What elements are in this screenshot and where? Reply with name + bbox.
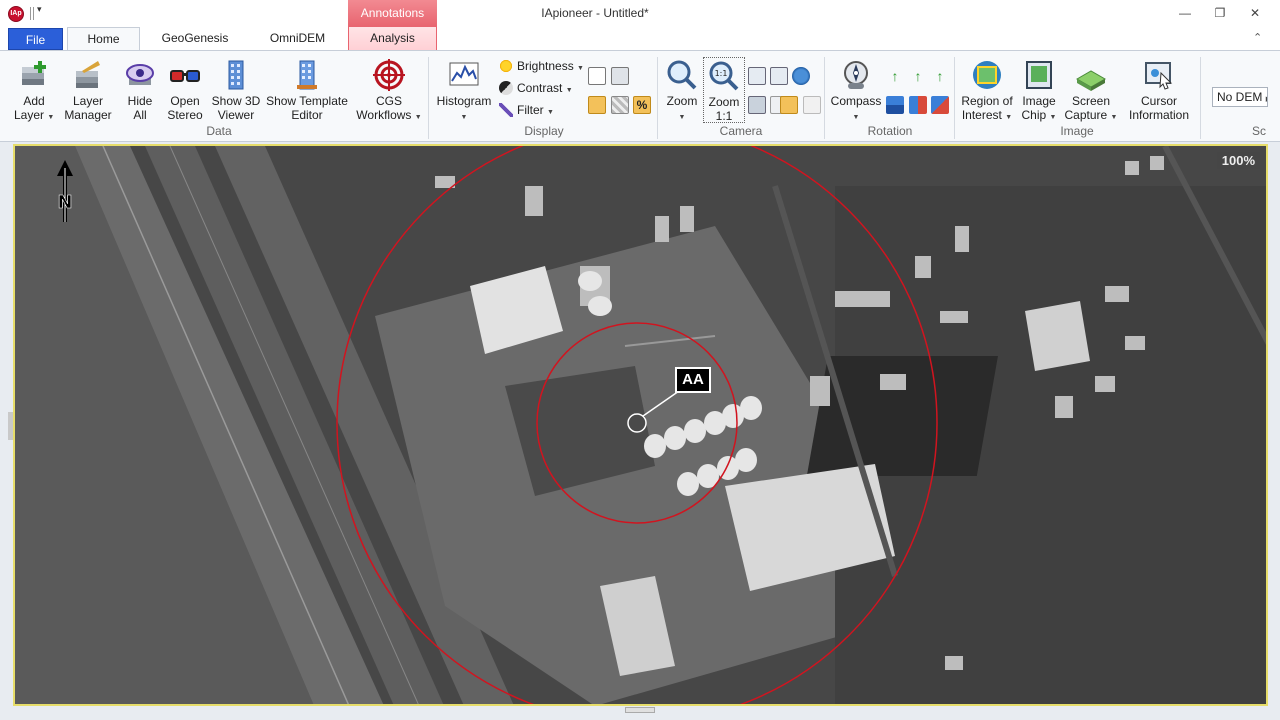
group-label-scale: Sc: [1251, 124, 1266, 138]
svg-text:N: N: [57, 192, 72, 213]
building-3d-icon: [220, 59, 252, 91]
image-chip-button[interactable]: Image Chip ▼: [1018, 59, 1060, 125]
eye-icon: [124, 59, 156, 91]
filter-wand-icon: [499, 103, 513, 117]
image-chip-icon: [1023, 59, 1055, 91]
show-template-editor-button[interactable]: Show Template Editor: [264, 59, 350, 122]
contrast-button[interactable]: Contrast ▼: [499, 79, 573, 97]
chevron-down-icon: ▼: [678, 114, 686, 121]
screen-capture-button[interactable]: Screen Capture ▼: [1064, 59, 1118, 125]
cursor-information-icon: [1143, 59, 1175, 91]
sun-icon: [499, 59, 513, 73]
histogram-button[interactable]: Histogram ▼: [434, 59, 494, 125]
chevron-down-icon: ▼: [47, 114, 55, 121]
rotate-image-up-icon[interactable]: ↑: [886, 67, 904, 85]
group-separator: [1200, 57, 1201, 139]
chevron-right-icon: ▶: [1266, 96, 1267, 103]
layer-manager-button[interactable]: Layer Manager: [62, 59, 114, 122]
north-up-icon[interactable]: ↑: [909, 67, 927, 85]
add-layer-icon: [18, 59, 50, 91]
tab-analysis[interactable]: Analysis: [348, 27, 437, 50]
template-building-icon: [291, 59, 323, 91]
pointer-icon[interactable]: [803, 96, 821, 114]
group-label-data: Data: [206, 124, 232, 138]
stereo-glasses-icon: [169, 59, 201, 91]
chevron-down-icon: ▼: [547, 109, 554, 116]
dem-select[interactable]: No DEM ▶: [1212, 87, 1268, 107]
link-icon[interactable]: [611, 67, 629, 85]
open-stereo-button[interactable]: Open Stereo: [164, 59, 206, 122]
annotations-context-header: Annotations: [348, 0, 437, 27]
title-bar: IAp ▾ IApioneer - Untitled* — ❐ ✕: [0, 0, 1280, 27]
minimize-button[interactable]: —: [1170, 3, 1200, 23]
tab-omnidem[interactable]: OmniDEM: [255, 27, 340, 50]
histogram-icon: [448, 59, 480, 91]
zoom-button[interactable]: Zoom ▼: [662, 59, 702, 125]
group-label-display: Display: [524, 124, 564, 138]
region-of-interest-icon: [971, 59, 1003, 91]
group-separator: [824, 57, 825, 139]
region-of-interest-button[interactable]: Region of Interest ▼: [958, 59, 1016, 125]
globe-icon[interactable]: [792, 67, 810, 85]
screen-capture-icon: [1075, 59, 1107, 91]
chevron-down-icon: ▼: [1110, 114, 1118, 121]
flip-horizontal-icon[interactable]: [909, 96, 927, 114]
contrast-icon: [499, 81, 513, 95]
camera-view-icon[interactable]: [748, 96, 766, 114]
close-button[interactable]: ✕: [1240, 3, 1270, 23]
cursor-information-button[interactable]: Cursor Information: [1124, 59, 1194, 122]
percent-icon[interactable]: %: [633, 96, 651, 114]
zoom-1-1-button[interactable]: 1:1 Zoom 1:1: [703, 57, 745, 123]
annotation-label[interactable]: AA: [675, 367, 711, 393]
group-separator: [954, 57, 955, 139]
chevron-down-icon: ▼: [460, 114, 468, 121]
chevron-down-icon: ▼: [1049, 114, 1057, 121]
group-label-camera: Camera: [719, 124, 763, 138]
maximize-button[interactable]: ❐: [1205, 3, 1235, 23]
compass-button[interactable]: Compass ▼: [830, 59, 882, 125]
zoom-level-badge: 100%: [1216, 152, 1260, 169]
chevron-down-icon: ▼: [852, 114, 860, 121]
curve-icon[interactable]: [588, 67, 606, 85]
sharpen-icon[interactable]: [588, 96, 606, 114]
target-icon: [373, 59, 405, 91]
pattern-icon[interactable]: [611, 96, 629, 114]
group-label-image: Image: [1060, 124, 1094, 138]
group-label-rotation: Rotation: [867, 124, 913, 138]
hide-all-button[interactable]: Hide All: [120, 59, 160, 122]
satellite-image: N: [15, 146, 1266, 704]
tab-home[interactable]: Home: [67, 27, 140, 51]
brightness-button[interactable]: Brightness ▼: [499, 57, 584, 75]
rotate-icon[interactable]: [931, 96, 949, 114]
z-up-icon[interactable]: ↑: [931, 67, 949, 85]
group-separator: [657, 57, 658, 139]
compass-icon: [840, 59, 872, 91]
ribbon: Add Layer ▼ Layer Manager Hide All Open …: [0, 50, 1280, 142]
chevron-down-icon: ▼: [1005, 114, 1013, 121]
group-separator: [428, 57, 429, 139]
window-title: IApioneer - Untitled*: [541, 6, 649, 20]
tab-file[interactable]: File: [8, 28, 63, 50]
magnifier-icon: [666, 59, 698, 91]
chevron-down-icon: ▼: [565, 87, 573, 94]
collapse-ribbon-icon[interactable]: ⌃: [1253, 31, 1262, 44]
layer-manager-icon: [72, 59, 104, 91]
sync-icon[interactable]: [780, 96, 798, 114]
cgs-workflows-button[interactable]: CGS Workflows ▼: [354, 59, 424, 125]
left-panel-grip[interactable]: [8, 412, 13, 440]
zoom-select-icon[interactable]: [770, 67, 788, 85]
svg-text:1:1: 1:1: [715, 69, 728, 78]
flip-vertical-icon[interactable]: [886, 96, 904, 114]
chevron-down-icon: ▼: [577, 65, 584, 72]
image-viewer[interactable]: N 100% AA: [13, 144, 1268, 706]
filter-button[interactable]: Filter ▼: [499, 101, 554, 119]
zoom-extent-icon[interactable]: [748, 67, 766, 85]
magnifier-1-1-icon: 1:1: [708, 60, 740, 92]
chevron-down-icon: ▼: [414, 114, 422, 121]
bottom-panel-grip[interactable]: [625, 707, 655, 713]
ribbon-tab-row: File Home GeoGenesis OmniDEM Analysis ⌃: [0, 27, 1280, 51]
show-3d-viewer-button[interactable]: Show 3D Viewer: [210, 59, 262, 122]
tab-geogenesis[interactable]: GeoGenesis: [150, 27, 240, 50]
add-layer-button[interactable]: Add Layer ▼: [14, 59, 54, 125]
